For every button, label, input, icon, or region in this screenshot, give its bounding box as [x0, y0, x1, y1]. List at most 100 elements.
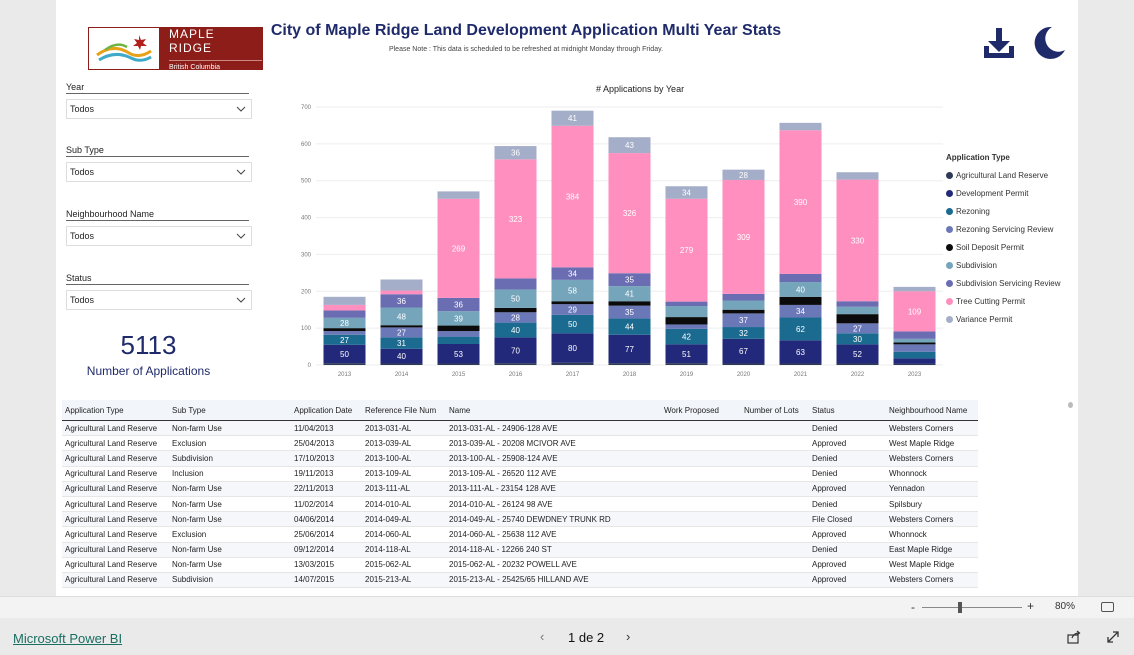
- zoom-out-button[interactable]: -: [911, 600, 915, 614]
- data-label: 63: [796, 348, 805, 357]
- legend-item[interactable]: Subdivision: [946, 256, 1061, 274]
- y-tick-label: 700: [301, 105, 312, 111]
- x-tick-label: 2019: [680, 372, 694, 378]
- legend-label: Subdivision Servicing Review: [956, 278, 1061, 288]
- column-header[interactable]: Application Date: [291, 406, 362, 415]
- applications-by-year-chart[interactable]: 0 100 200 300 400 500 600 700 50 27 28 2013 40 31 27 48…: [288, 100, 948, 382]
- legend-item[interactable]: Rezoning Servicing Review: [946, 220, 1061, 238]
- y-tick-label: 300: [301, 252, 312, 258]
- legend-item[interactable]: Variance Permit: [946, 310, 1061, 328]
- data-label: 58: [568, 287, 577, 296]
- filter-status: Status Todos: [66, 273, 252, 310]
- data-label: 27: [853, 324, 862, 333]
- download-icon[interactable]: [982, 27, 1016, 61]
- bar-segment: [323, 328, 366, 332]
- legend-item[interactable]: Development Permit: [946, 184, 1061, 202]
- applications-table: Application Type Sub Type Application Date…: [62, 400, 978, 589]
- table-row[interactable]: Agricultural Land Reserve Non-farm Use 11/…: [62, 497, 978, 513]
- table-row[interactable]: Agricultural Land Reserve Subdivision 17/1…: [62, 451, 978, 467]
- fit-to-page-icon[interactable]: [1101, 602, 1114, 612]
- legend-item[interactable]: Tree Cutting Permit: [946, 292, 1061, 310]
- data-label: 62: [796, 325, 805, 334]
- zoom-in-button[interactable]: +: [1027, 599, 1034, 613]
- data-label: 34: [682, 189, 691, 198]
- filter-neighbourhood-value: Todos: [70, 231, 95, 241]
- fullscreen-icon[interactable]: [1106, 630, 1120, 644]
- table-cell: 2014-049-AL: [365, 514, 412, 524]
- bar-segment: [665, 317, 708, 325]
- column-header[interactable]: Number of Lots: [741, 406, 809, 415]
- filter-status-select[interactable]: Todos: [66, 290, 252, 310]
- bar-segment: [323, 363, 366, 365]
- zoom-slider-thumb[interactable]: [958, 602, 962, 613]
- table-cell: East Maple Ridge: [889, 545, 953, 555]
- page-indicator: 1 de 2: [568, 630, 605, 645]
- table-row[interactable]: Agricultural Land Reserve Exclusion 25/06/…: [62, 527, 978, 543]
- bar-segment: [380, 325, 423, 328]
- column-header[interactable]: Status: [809, 406, 886, 415]
- filter-neighbourhood-label: Neighbourhood Name: [66, 209, 249, 221]
- filter-neighbourhood-select[interactable]: Todos: [66, 226, 252, 246]
- moon-icon[interactable]: [1030, 24, 1068, 62]
- filter-year-select[interactable]: Todos: [66, 99, 252, 119]
- column-header[interactable]: Reference File Num: [362, 406, 446, 415]
- data-label: 40: [511, 326, 520, 335]
- legend-item[interactable]: Subdivision Servicing Review: [946, 274, 1061, 292]
- chart-title: # Applications by Year: [596, 84, 685, 94]
- bar-segment: [551, 301, 594, 305]
- table-cell: Approved: [812, 484, 847, 494]
- legend-label: Tree Cutting Permit: [956, 296, 1026, 306]
- filter-status-value: Todos: [70, 295, 95, 305]
- filter-neighbourhood: Neighbourhood Name Todos: [66, 209, 252, 246]
- table-row[interactable]: Agricultural Land Reserve Non-farm Use 13/…: [62, 558, 978, 573]
- table-row[interactable]: Agricultural Land Reserve Non-farm Use 09/…: [62, 542, 978, 558]
- table-row[interactable]: Agricultural Land Reserve Non-farm Use 11/…: [62, 421, 978, 437]
- data-label: 50: [568, 320, 577, 329]
- table-row[interactable]: Agricultural Land Reserve Subdivision 14/0…: [62, 572, 978, 589]
- data-label: 32: [739, 329, 748, 338]
- share-icon[interactable]: [1067, 630, 1081, 644]
- legend-label: Agricultural Land Reserve: [956, 170, 1049, 180]
- power-bi-link[interactable]: Microsoft Power BI: [13, 631, 122, 646]
- bar-segment: [380, 279, 423, 291]
- scroll-indicator[interactable]: [1068, 402, 1073, 408]
- table-cell: 09/12/2014: [294, 545, 335, 555]
- legend-item[interactable]: Soil Deposit Permit: [946, 238, 1061, 256]
- prev-page-button[interactable]: ‹: [540, 629, 544, 644]
- data-label: 42: [682, 333, 691, 342]
- data-label: 51: [682, 350, 691, 359]
- bar-segment: [665, 306, 708, 318]
- filter-sub-type-value: Todos: [70, 167, 95, 177]
- data-label: 28: [340, 319, 349, 328]
- zoom-slider-track[interactable]: [922, 607, 1022, 608]
- legend-item[interactable]: Rezoning: [946, 202, 1061, 220]
- table-row[interactable]: Agricultural Land Reserve Non-farm Use 22/…: [62, 481, 978, 497]
- column-header[interactable]: Name: [446, 406, 661, 415]
- column-header[interactable]: Neighbourhood Name: [886, 406, 978, 415]
- column-header[interactable]: Application Type: [62, 406, 169, 415]
- data-label: 50: [340, 350, 349, 359]
- column-header[interactable]: Sub Type: [169, 406, 291, 415]
- table-cell: Non-farm Use: [172, 514, 222, 524]
- data-label: 309: [737, 233, 751, 242]
- chart-legend: Application Type Agricultural Land Reser…: [946, 153, 1061, 328]
- table-cell: Denied: [812, 469, 838, 479]
- data-label: 28: [511, 313, 520, 322]
- next-page-button[interactable]: ›: [626, 629, 630, 644]
- table-cell: Agricultural Land Reserve: [65, 529, 158, 539]
- table-row[interactable]: Agricultural Land Reserve Inclusion 19/11/…: [62, 467, 978, 482]
- table-row[interactable]: Agricultural Land Reserve Exclusion 25/04/…: [62, 436, 978, 452]
- bar-segment: [551, 362, 594, 365]
- legend-item[interactable]: Agricultural Land Reserve: [946, 166, 1061, 184]
- data-label: 326: [623, 209, 637, 218]
- table-cell: Agricultural Land Reserve: [65, 560, 158, 570]
- table-row[interactable]: Agricultural Land Reserve Non-farm Use 04/…: [62, 512, 978, 528]
- bar-segment: [893, 286, 936, 292]
- filter-sub-type-select[interactable]: Todos: [66, 162, 252, 182]
- table-cell: Agricultural Land Reserve: [65, 514, 158, 524]
- x-tick-label: 2015: [452, 372, 466, 378]
- bar-segment: [608, 363, 651, 365]
- column-header[interactable]: Work Proposed: [661, 406, 741, 415]
- zoom-level: 80%: [1055, 601, 1076, 612]
- filter-status-label: Status: [66, 273, 249, 285]
